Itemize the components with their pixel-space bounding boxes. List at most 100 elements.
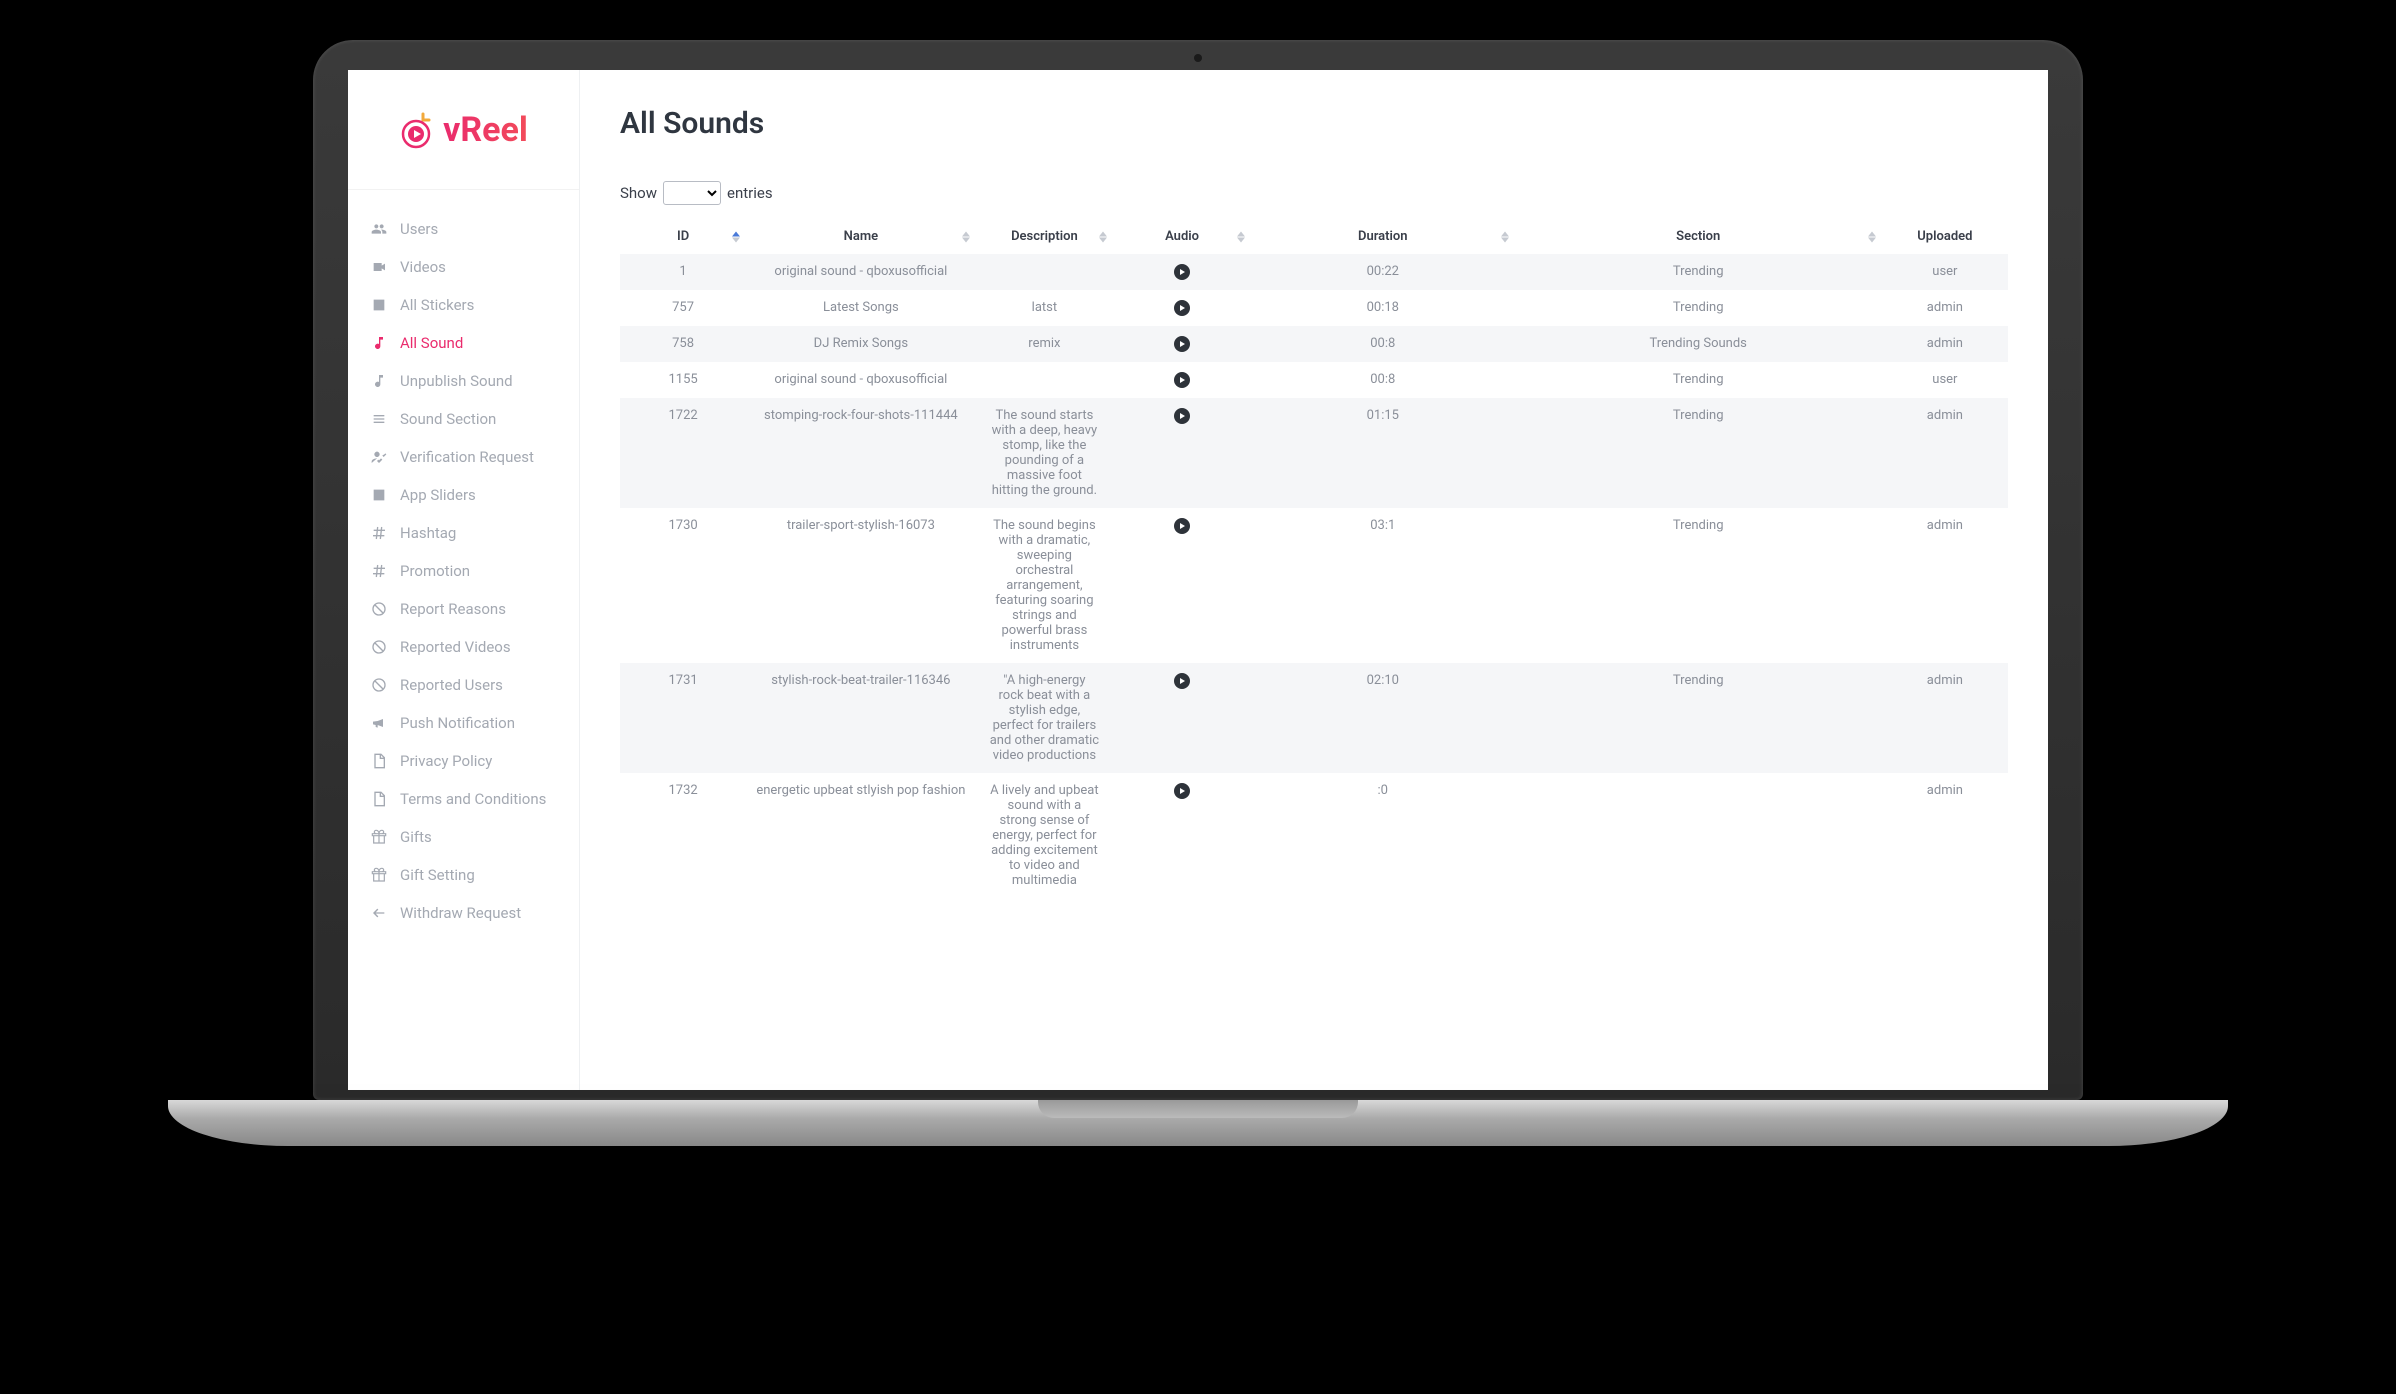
cell-description: latst: [989, 300, 1099, 315]
play-icon[interactable]: [1174, 372, 1190, 388]
sidebar-item-promotion[interactable]: Promotion: [348, 552, 579, 590]
sort-icon: [1237, 231, 1245, 242]
cell-section: Trending: [1673, 264, 1724, 279]
megaphone-icon: [370, 714, 388, 732]
sidebar-item-hashtag[interactable]: Hashtag: [348, 514, 579, 552]
cell-duration: 02:10: [1367, 673, 1399, 688]
cell-section: Trending: [1673, 300, 1724, 315]
cell-uploaded: admin: [1927, 300, 1963, 315]
play-icon[interactable]: [1174, 300, 1190, 316]
logo-text: vReel: [443, 110, 528, 150]
entries-label: entries: [727, 184, 773, 202]
cell-section: Trending: [1673, 518, 1724, 533]
th-id[interactable]: ID: [620, 219, 746, 254]
sidebar-item-terms-and-conditions[interactable]: Terms and Conditions: [348, 780, 579, 818]
sort-icon: [962, 231, 970, 242]
th-section[interactable]: Section: [1515, 219, 1882, 254]
cell-uploaded: admin: [1927, 336, 1963, 351]
table-row: 1original sound - qboxusofficial00:22Tre…: [620, 254, 2008, 290]
sidebar-item-label: Hashtag: [400, 524, 456, 542]
cell-id: 1722: [668, 408, 697, 423]
th-audio[interactable]: Audio: [1113, 219, 1251, 254]
sidebar-item-all-stickers[interactable]: All Stickers: [348, 286, 579, 324]
laptop-bezel: vReel Users Videos All Stickers All Sound Un…: [313, 40, 2083, 1100]
entries-select[interactable]: [663, 181, 721, 205]
sidebar-item-label: Videos: [400, 258, 446, 276]
cell-section: Trending Sounds: [1650, 336, 1747, 351]
cell-id: 1: [679, 264, 686, 279]
sidebar-item-label: Gift Setting: [400, 866, 475, 884]
image-icon: [370, 486, 388, 504]
cell-id: 757: [672, 300, 694, 315]
page-header: All Sounds: [580, 70, 2048, 161]
cell-uploaded: admin: [1927, 408, 1963, 423]
sidebar-item-label: Sound Section: [400, 410, 496, 428]
play-icon[interactable]: [1174, 264, 1190, 280]
sidebar-item-reported-videos[interactable]: Reported Videos: [348, 628, 579, 666]
list-icon: [370, 410, 388, 428]
sidebar-item-users[interactable]: Users: [348, 210, 579, 248]
sort-icon: [1099, 231, 1107, 242]
cell-description: The sound starts with a deep, heavy stom…: [989, 408, 1099, 498]
cell-description: "A high-energy rock beat with a stylish …: [989, 673, 1099, 763]
sidebar-nav: Users Videos All Stickers All Sound Unpublis…: [348, 190, 579, 952]
sidebar-item-label: Privacy Policy: [400, 752, 492, 770]
sidebar-item-label: Unpublish Sound: [400, 372, 513, 390]
app-screen: vReel Users Videos All Stickers All Sound Un…: [348, 70, 2048, 1090]
arrow-left-icon: [370, 904, 388, 922]
sidebar-item-label: App Sliders: [400, 486, 476, 504]
sidebar-item-label: Gifts: [400, 828, 432, 846]
table-row: 758DJ Remix Songsremix00:8Trending Sound…: [620, 326, 2008, 362]
sidebar-item-all-sound[interactable]: All Sound: [348, 324, 579, 362]
cell-name: DJ Remix Songs: [814, 336, 908, 351]
table-row: 1731stylish-rock-beat-trailer-116346"A h…: [620, 663, 2008, 773]
sidebar-item-label: All Sound: [400, 334, 463, 352]
cell-duration: 03:1: [1370, 518, 1395, 533]
gift-icon: [370, 866, 388, 884]
sidebar-item-app-sliders[interactable]: App Sliders: [348, 476, 579, 514]
cell-id: 1731: [668, 673, 697, 688]
cell-description: remix: [989, 336, 1099, 351]
sidebar-item-privacy-policy[interactable]: Privacy Policy: [348, 742, 579, 780]
sidebar-item-label: All Stickers: [400, 296, 474, 314]
th-duration[interactable]: Duration: [1251, 219, 1515, 254]
cell-duration: 00:8: [1370, 372, 1395, 387]
sidebar-item-gifts[interactable]: Gifts: [348, 818, 579, 856]
table-row: 1730trailer-sport-stylish-16073The sound…: [620, 508, 2008, 663]
video-icon: [370, 258, 388, 276]
table-header-row: ID Name Description: [620, 219, 2008, 254]
users-icon: [370, 220, 388, 238]
sidebar-item-verification-request[interactable]: Verification Request: [348, 438, 579, 476]
sidebar-item-sound-section[interactable]: Sound Section: [348, 400, 579, 438]
sidebar-item-label: Reported Videos: [400, 638, 511, 656]
sidebar-item-gift-setting[interactable]: Gift Setting: [348, 856, 579, 894]
sidebar-item-push-notification[interactable]: Push Notification: [348, 704, 579, 742]
play-icon[interactable]: [1174, 518, 1190, 534]
sidebar-item-videos[interactable]: Videos: [348, 248, 579, 286]
sidebar-item-reported-users[interactable]: Reported Users: [348, 666, 579, 704]
page-title: All Sounds: [620, 106, 2008, 141]
play-icon[interactable]: [1174, 783, 1190, 799]
play-icon[interactable]: [1174, 408, 1190, 424]
cell-description: A lively and upbeat sound with a strong …: [989, 783, 1099, 888]
cell-name: Latest Songs: [823, 300, 899, 315]
cell-name: stomping-rock-four-shots-111444: [764, 408, 958, 423]
sidebar-item-report-reasons[interactable]: Report Reasons: [348, 590, 579, 628]
cell-description: The sound begins with a dramatic, sweepi…: [989, 518, 1099, 653]
sidebar-item-unpublish-sound[interactable]: Unpublish Sound: [348, 362, 579, 400]
sort-icon: [1501, 231, 1509, 242]
sidebar-item-label: Push Notification: [400, 714, 515, 732]
th-description[interactable]: Description: [976, 219, 1114, 254]
sidebar-item-withdraw-request[interactable]: Withdraw Request: [348, 894, 579, 932]
cell-name: original sound - qboxusofficial: [774, 264, 947, 279]
laptop-camera: [1194, 54, 1202, 62]
sidebar-item-label: Report Reasons: [400, 600, 506, 618]
music-icon: [370, 372, 388, 390]
table-row: 1722 stomping-rock-four-shots-111444 The s…: [620, 398, 2008, 508]
image-icon: [370, 296, 388, 314]
play-icon[interactable]: [1174, 336, 1190, 352]
th-name[interactable]: Name: [746, 219, 975, 254]
play-icon[interactable]: [1174, 673, 1190, 689]
th-uploaded[interactable]: Uploaded: [1882, 219, 2008, 254]
cell-name: original sound - qboxusofficial: [774, 372, 947, 387]
